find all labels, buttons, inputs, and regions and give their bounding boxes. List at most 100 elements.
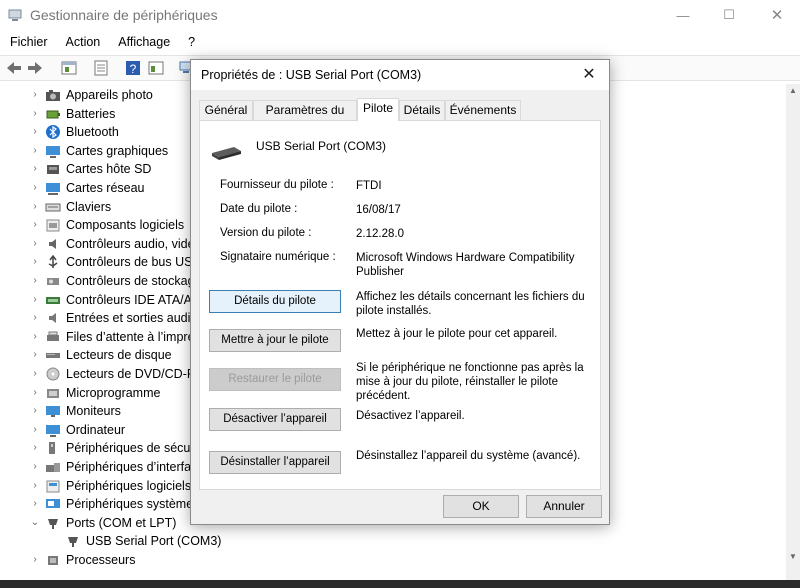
device-name: USB Serial Port (COM3) [256,139,387,153]
roll-back-driver-desc: Si le périphérique ne fonctionne pas apr… [356,362,584,402]
tree-item-label: Composants logiciels [66,218,185,233]
action-pane-icon[interactable] [147,59,165,77]
tab-details[interactable]: Détails [399,100,445,120]
maximize-button[interactable]: ☐ [706,0,752,30]
menu-view[interactable]: Affichage [108,32,178,53]
chevron-right-icon[interactable]: › [30,553,40,567]
dvd-drive-icon [46,367,60,381]
display-adapter-icon [46,145,60,158]
chevron-right-icon[interactable]: › [30,274,40,288]
tree-item-label: Périphériques logiciels [66,478,192,493]
tab-events[interactable]: Événements [445,100,521,120]
keyboard-icon [45,203,61,212]
chevron-right-icon[interactable]: › [30,125,40,139]
chevron-right-icon[interactable]: › [30,293,40,307]
chevron-right-icon[interactable]: › [30,404,40,418]
tree-item-label: Cartes réseau [66,181,145,195]
print-queue-icon [47,331,59,341]
show-hide-console-icon[interactable] [60,59,78,77]
chevron-down-icon[interactable]: ⌄ [30,516,40,530]
sd-host-icon [47,165,59,175]
port-icon [68,537,78,548]
chevron-right-icon[interactable]: › [30,107,40,121]
back-arrow-icon[interactable] [5,59,23,77]
tree-item-label: Contrôleurs de bus USE [66,255,201,270]
dialog-close-button[interactable]: ✕ [575,63,603,87]
bluetooth-icon [46,125,60,140]
driver-version-label: Version du pilote : [220,227,312,239]
chevron-right-icon[interactable]: › [30,200,40,214]
forward-arrow-icon[interactable] [26,59,44,77]
update-driver-desc: Mettez à jour le pilote pour cet apparei… [356,328,558,340]
vertical-scrollbar[interactable]: ▲ ▼ [786,84,800,580]
audio-io-icon [49,313,56,324]
ok-button[interactable]: OK [443,495,519,518]
monitor-icon [46,406,60,418]
driver-details-button[interactable]: Détails du pilote [209,290,341,313]
uninstall-device-button[interactable]: Désinstaller l’appareil [209,451,341,474]
menu-file[interactable]: Fichier [0,32,56,53]
chevron-right-icon[interactable]: › [30,237,40,251]
chevron-right-icon[interactable]: › [30,181,40,195]
tab-port-settings[interactable]: Paramètres du port [253,100,357,136]
tree-item-label: Batteries [66,106,116,121]
tab-general[interactable]: Général [199,100,253,120]
ide-controller-icon [46,296,60,304]
hid-icon [46,463,60,472]
close-button[interactable]: ✕ [754,0,800,30]
tree-item-label: USB Serial Port (COM3) [86,534,222,549]
disable-device-button[interactable]: Désactiver l’appareil [209,408,341,431]
menu-help[interactable]: ? [178,32,203,53]
security-device-icon [49,442,55,455]
tree-item-label: Contrôleurs audio, vidé [66,236,195,251]
chevron-right-icon[interactable]: › [30,367,40,381]
cancel-button[interactable]: Annuler [526,495,602,518]
tree-item-label: Claviers [66,199,112,214]
chevron-right-icon[interactable]: › [30,218,40,232]
chevron-right-icon[interactable]: › [30,255,40,269]
dialog-title: Propriétés de : USB Serial Port (COM3) [201,68,422,82]
minimize-button[interactable]: — [660,0,706,30]
software-component-icon [46,219,60,232]
tree-item-label: Cartes graphiques [66,143,169,158]
scroll-up-icon[interactable]: ▲ [786,84,800,98]
chevron-right-icon[interactable]: › [30,479,40,493]
computer-icon [46,424,60,437]
chevron-right-icon[interactable]: › [30,423,40,437]
usb-controller-icon [48,255,58,269]
tree-child-item[interactable]: USB Serial Port (COM3) [0,532,786,551]
tree-item-label: Périphériques système [66,497,194,512]
chevron-right-icon[interactable]: › [30,460,40,474]
device-manager-icon [8,9,22,21]
tree-category-item[interactable]: › Processeurs [0,551,786,570]
chevron-right-icon[interactable]: › [30,441,40,455]
system-device-icon [46,499,60,509]
driver-tab-panel: USB Serial Port (COM3) Fournisseur du pi… [199,120,601,490]
tree-item-label: Files d’attente à l’impre [66,329,195,344]
tree-item-label: Contrôleurs de stockag [66,274,195,288]
scroll-down-icon[interactable]: ▼ [786,550,800,564]
tree-item-label: Ports (COM et LPT) [66,515,177,530]
driver-date-value: 16/08/17 [356,204,401,216]
chevron-right-icon[interactable]: › [30,348,40,362]
roll-back-driver-button: Restaurer le pilote [209,368,341,391]
chevron-right-icon[interactable]: › [30,162,40,176]
tree-item-label: Périphériques d’interfac [66,460,198,474]
tree-item-label: Moniteurs [66,404,121,419]
battery-icon [46,110,60,119]
update-driver-button[interactable]: Mettre à jour le pilote [209,329,341,352]
chevron-right-icon[interactable]: › [30,386,40,400]
chevron-right-icon[interactable]: › [30,144,40,158]
menu-action[interactable]: Action [56,32,109,53]
tree-item-label: Entrées et sorties audio [66,311,198,326]
chevron-right-icon[interactable]: › [30,330,40,344]
tab-driver[interactable]: Pilote [357,98,399,121]
driver-details-desc: Affichez les détails concernant les fich… [356,291,585,317]
help-icon[interactable]: ? [124,59,142,77]
chevron-right-icon[interactable]: › [30,311,40,325]
chevron-right-icon[interactable]: › [30,88,40,102]
network-adapter-icon [46,183,60,195]
chevron-right-icon[interactable]: › [30,497,40,511]
driver-version-value: 2.12.28.0 [356,228,404,240]
properties-icon[interactable] [92,59,110,77]
